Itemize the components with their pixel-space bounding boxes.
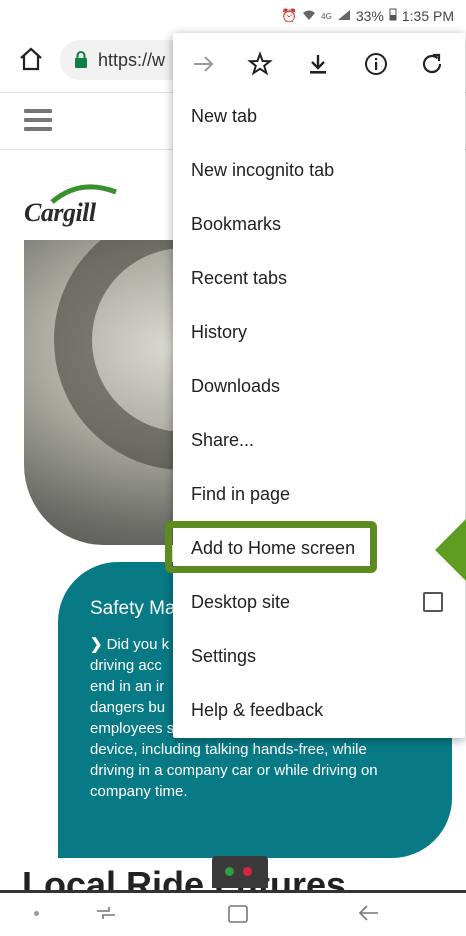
4g-lte-icon: 4G (321, 11, 332, 21)
menu-item-desktop-site[interactable]: Desktop site (173, 575, 465, 629)
alarm-icon: ⏰ (280, 8, 298, 23)
back-arrow-icon[interactable] (358, 903, 380, 928)
forward-icon[interactable] (191, 51, 217, 77)
menu-item-settings[interactable]: Settings (173, 629, 465, 683)
phone-screen: ⏰ 4G 33% 1:35 PM https://w Cargill Safet… (0, 0, 466, 936)
desktop-site-label: Desktop site (191, 592, 291, 612)
chevron-right-icon: ❯ (90, 636, 103, 653)
wifi-icon (302, 9, 316, 24)
hamburger-menu-icon[interactable] (24, 109, 52, 131)
url-text: https://w (98, 50, 166, 70)
battery-percent: 33% (355, 8, 384, 24)
lock-icon (74, 51, 88, 74)
pointer-arrow-icon (435, 519, 466, 581)
desktop-site-checkbox[interactable] (423, 592, 443, 612)
menu-item-downloads[interactable]: Downloads (173, 359, 465, 413)
menu-item-share[interactable]: Share... (173, 413, 465, 467)
menu-toolbar (173, 33, 465, 95)
card-title: Safety Ma (90, 598, 176, 619)
menu-item-new-tab[interactable]: New tab (173, 89, 465, 143)
home-icon[interactable] (18, 46, 44, 72)
recent-apps-icon[interactable] (95, 903, 117, 928)
signal-icon (337, 9, 351, 24)
cargill-logo[interactable]: Cargill (24, 184, 134, 234)
highlight-annotation (165, 521, 377, 573)
browser-overflow-menu: New tab New incognito tab Bookmarks Rece… (173, 33, 465, 738)
keyboard-dot-icon (34, 911, 39, 916)
navigation-bar (0, 890, 466, 936)
status-bar: ⏰ 4G 33% 1:35 PM (0, 0, 466, 32)
extension-indicator[interactable] (212, 856, 268, 888)
menu-item-new-incognito-tab[interactable]: New incognito tab (173, 143, 465, 197)
menu-item-recent-tabs[interactable]: Recent tabs (173, 251, 465, 305)
nav-home-icon[interactable] (228, 905, 248, 928)
menu-item-bookmarks[interactable]: Bookmarks (173, 197, 465, 251)
menu-item-find-in-page[interactable]: Find in page (173, 467, 465, 521)
reload-icon[interactable] (419, 51, 445, 77)
bookmark-star-icon[interactable] (247, 51, 273, 77)
menu-item-history[interactable]: History (173, 305, 465, 359)
status-time: 1:35 PM (401, 8, 454, 24)
menu-item-help-feedback[interactable]: Help & feedback (173, 683, 465, 737)
download-icon[interactable] (305, 51, 331, 77)
battery-icon (389, 8, 397, 24)
info-icon[interactable] (363, 51, 389, 77)
